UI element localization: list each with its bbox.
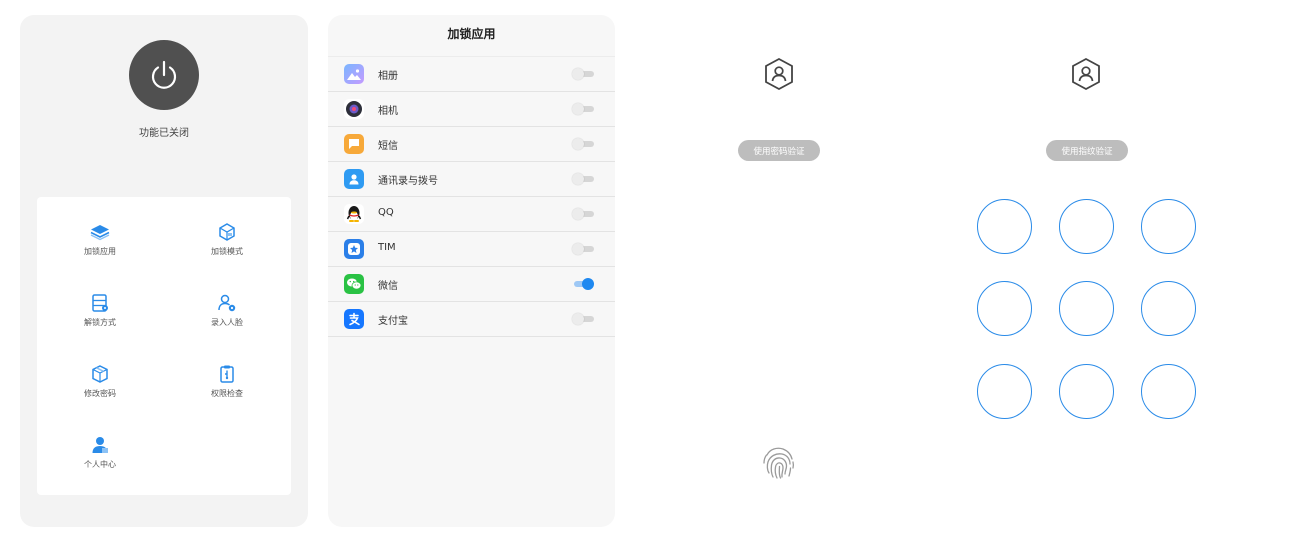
pattern-dot[interactable] (1141, 281, 1196, 336)
lock-toggle[interactable] (572, 68, 594, 80)
use-password-button[interactable]: 使用密码验证 (738, 140, 820, 161)
camera-icon (344, 99, 364, 119)
app-name: TIM (378, 242, 396, 253)
menu-item-change-password[interactable]: 修改密码 (60, 363, 140, 415)
pattern-dot[interactable] (977, 199, 1032, 254)
list-item: QQ (328, 197, 615, 232)
pattern-dot[interactable] (1059, 199, 1114, 254)
app-name: 相机 (378, 106, 398, 117)
feature-menu: 加锁应用 加锁模式 解锁方式 录入人脸 修改密码 权限检查 个人中心 (37, 197, 291, 495)
menu-item-label: 录入人脸 (211, 318, 243, 327)
lock-toggle[interactable] (572, 138, 594, 150)
list-item: 相册 (328, 56, 615, 92)
lock-toggle[interactable] (572, 313, 594, 325)
list-item: 相机 (328, 92, 615, 127)
menu-item-label: 加锁模式 (211, 247, 243, 256)
menu-item-label: 权限检查 (211, 389, 243, 398)
power-status-label: 功能已关闭 (139, 128, 189, 139)
menu-item-lock-apps[interactable]: 加锁应用 (60, 221, 140, 273)
menu-item-enroll-face[interactable]: 录入人脸 (187, 292, 267, 344)
menu-item-profile[interactable]: 个人中心 (60, 434, 140, 486)
clipboard-check-icon (216, 363, 238, 385)
lock-toggle[interactable] (572, 103, 594, 115)
lock-toggle[interactable] (572, 208, 594, 220)
lock-toggle[interactable] (572, 173, 594, 185)
app-name: 微信 (378, 281, 398, 292)
page-title: 加锁应用 (447, 27, 496, 41)
qq-penguin-icon (344, 204, 364, 224)
app-name: 支付宝 (378, 316, 408, 327)
menu-item-label: 解锁方式 (84, 318, 116, 327)
locked-apps-panel: 加锁应用 相册 相机 短信 通讯录与拨号 QQ TIM 微信 支付宝 (328, 15, 615, 527)
user-shield-icon (765, 57, 793, 91)
menu-item-label: 修改密码 (84, 389, 116, 398)
fingerprint-icon[interactable] (759, 443, 799, 483)
power-icon (151, 60, 177, 89)
app-list: 相册 相机 短信 通讯录与拨号 QQ TIM 微信 支付宝 (328, 56, 615, 337)
list-item: TIM (328, 232, 615, 267)
cube-lock-icon (216, 221, 238, 243)
pattern-dot[interactable] (1141, 199, 1196, 254)
use-fingerprint-button[interactable]: 使用指纹验证 (1046, 140, 1128, 161)
list-item: 微信 (328, 267, 615, 302)
layers-icon (89, 221, 111, 243)
pattern-dot[interactable] (977, 281, 1032, 336)
gallery-icon (344, 64, 364, 84)
app-name: 短信 (378, 141, 398, 152)
main-menu-panel: 功能已关闭 加锁应用 加锁模式 解锁方式 录入人脸 修改密码 权限检查 个人中心 (20, 15, 308, 527)
pattern-dot[interactable] (1059, 281, 1114, 336)
menu-item-permission-check[interactable]: 权限检查 (187, 363, 267, 415)
pattern-dot[interactable] (977, 364, 1032, 419)
user-shield-icon (1072, 57, 1100, 91)
tim-icon (344, 239, 364, 259)
list-item: 支付宝 (328, 302, 615, 337)
app-lock-showcase: 功能已关闭 加锁应用 加锁模式 解锁方式 录入人脸 修改密码 权限检查 个人中心… (0, 0, 1299, 553)
menu-item-unlock-method[interactable]: 解锁方式 (60, 292, 140, 344)
server-settings-icon (89, 292, 111, 314)
pattern-dot[interactable] (1059, 364, 1114, 419)
app-name: 相册 (378, 71, 398, 82)
contacts-icon (344, 169, 364, 189)
person-icon (89, 434, 111, 456)
pattern-dot[interactable] (1141, 364, 1196, 419)
wechat-icon (344, 274, 364, 294)
alipay-icon (344, 309, 364, 329)
lock-toggle[interactable] (572, 278, 594, 290)
app-name: QQ (378, 207, 394, 218)
menu-item-lock-mode[interactable]: 加锁模式 (187, 221, 267, 273)
message-icon (344, 134, 364, 154)
box-icon (89, 363, 111, 385)
lock-toggle[interactable] (572, 243, 594, 255)
menu-item-label: 加锁应用 (84, 247, 116, 256)
user-gear-icon (216, 292, 238, 314)
power-button[interactable] (129, 40, 199, 110)
menu-item-label: 个人中心 (84, 460, 116, 469)
app-name: 通讯录与拨号 (378, 176, 438, 187)
list-item: 通讯录与拨号 (328, 162, 615, 197)
list-item: 短信 (328, 127, 615, 162)
